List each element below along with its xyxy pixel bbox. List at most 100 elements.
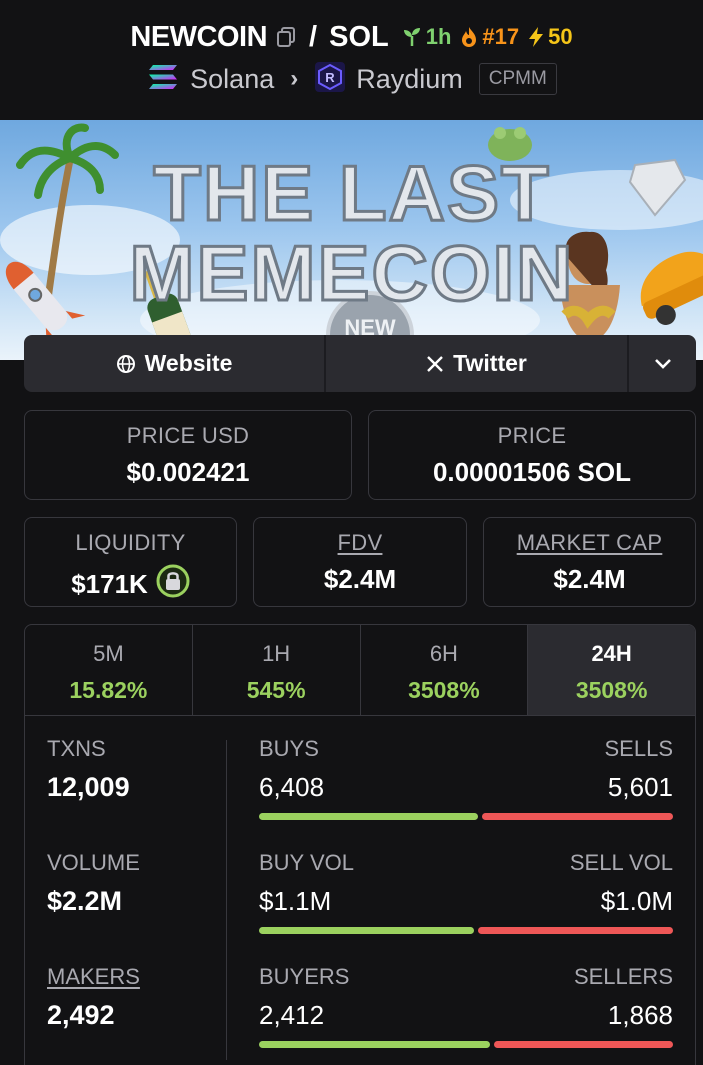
activity-stats: TXNS 12,009 VOLUME $2.2M MAKERS 2,492 BU… bbox=[25, 716, 695, 1065]
pair-title-row: NEWCOIN / SOL 1h #17 50 bbox=[0, 18, 703, 56]
buys-label: BUYS bbox=[259, 736, 319, 761]
website-button[interactable]: Website bbox=[24, 335, 326, 392]
more-links-button[interactable] bbox=[629, 335, 696, 392]
boost-badge[interactable]: 50 bbox=[527, 24, 573, 50]
market-cap-value: $2.4M bbox=[553, 564, 626, 594]
tab-1h[interactable]: 1H 545% bbox=[193, 625, 361, 715]
sell-vol-value: $1.0M bbox=[600, 886, 673, 916]
fdv-card: FDV $2.4M bbox=[253, 517, 467, 607]
quote-token-symbol: SOL bbox=[329, 20, 389, 53]
sprout-icon bbox=[403, 28, 420, 46]
price-change-value: 545% bbox=[246, 677, 306, 703]
dex-name[interactable]: Raydium bbox=[356, 64, 463, 95]
chain-dex-row: Solana › R Raydium CPMM bbox=[0, 60, 703, 98]
fdv-label[interactable]: FDV bbox=[254, 530, 466, 556]
volume-stat: VOLUME $2.2M bbox=[47, 850, 140, 917]
chain-name[interactable]: Solana bbox=[190, 64, 274, 95]
buyers-label: BUYERS bbox=[259, 964, 350, 989]
flame-icon bbox=[462, 27, 477, 47]
token-banner-image: NEW THE LAST MEMECOIN bbox=[0, 120, 703, 360]
market-cap-label[interactable]: MARKET CAP bbox=[484, 530, 695, 556]
buy-vol-label: BUY VOL bbox=[259, 850, 354, 875]
sells-label: SELLS bbox=[604, 736, 674, 761]
price-change-value: 15.82% bbox=[69, 677, 148, 703]
price-native-label: PRICE bbox=[497, 423, 567, 448]
tab-label: 6H bbox=[429, 641, 458, 666]
price-native-card: PRICE 0.00001506 SOL bbox=[368, 410, 696, 500]
buy-bar-segment bbox=[259, 1041, 491, 1048]
liquidity-label: LIQUIDITY bbox=[75, 530, 186, 555]
copy-icon[interactable] bbox=[275, 26, 297, 48]
buyers-sellers-bar bbox=[259, 1041, 673, 1048]
x-logo-icon bbox=[427, 355, 444, 372]
pair-separator: / bbox=[309, 20, 318, 53]
buyers-value: 2,412 bbox=[259, 1000, 325, 1030]
raydium-logo-icon: R bbox=[314, 61, 346, 98]
sellers-label: SELLERS bbox=[573, 964, 673, 989]
trending-rank: #17 bbox=[482, 24, 520, 49]
tab-5m[interactable]: 5M 15.82% bbox=[25, 625, 193, 715]
sell-bar-segment bbox=[477, 927, 673, 934]
lock-icon[interactable] bbox=[156, 564, 190, 605]
timeframe-tabs: 5M 15.82% 1H 545% 6H 3508% 24H 3508% bbox=[25, 625, 695, 716]
pool-type-tag: CPMM bbox=[478, 63, 557, 95]
banner-title-line2: MEMECOIN bbox=[130, 229, 575, 317]
price-usd-label: PRICE USD bbox=[126, 423, 250, 448]
lightning-icon bbox=[529, 27, 544, 47]
price-native-value: 0.00001506 SOL bbox=[432, 457, 632, 487]
price-usd-card: PRICE USD $0.002421 bbox=[24, 410, 352, 500]
sells-value: 5,601 bbox=[607, 772, 673, 802]
tab-label: 1H bbox=[262, 641, 291, 666]
twitter-button[interactable]: Twitter bbox=[326, 335, 629, 392]
volume-label: VOLUME bbox=[47, 850, 140, 875]
volume-value: $2.2M bbox=[47, 886, 123, 916]
buys-sells-ratio: BUYS SELLS 6,408 5,601 bbox=[259, 736, 673, 820]
sell-bar-segment bbox=[481, 813, 673, 820]
website-label: Website bbox=[144, 350, 233, 376]
chevron-down-icon bbox=[654, 358, 671, 369]
pair-header: NEWCOIN / SOL 1h #17 50 Solana › R Raydi… bbox=[0, 0, 703, 120]
price-usd-value: $0.002421 bbox=[126, 457, 250, 487]
sell-vol-label: SELL VOL bbox=[569, 850, 673, 875]
boost-count: 50 bbox=[548, 24, 573, 49]
buy-sell-volume-bar bbox=[259, 927, 673, 934]
txns-stat: TXNS 12,009 bbox=[47, 736, 130, 803]
market-cap-card: MARKET CAP $2.4M bbox=[483, 517, 696, 607]
txns-value: 12,009 bbox=[47, 772, 130, 802]
buy-bar-segment bbox=[259, 813, 478, 820]
pair-age: 1h bbox=[425, 24, 452, 49]
base-token-symbol: NEWCOIN bbox=[130, 20, 268, 53]
liquidity-card: LIQUIDITY $171K bbox=[24, 517, 237, 607]
fdv-value: $2.4M bbox=[323, 564, 397, 594]
liquidity-value: $171K bbox=[71, 569, 148, 599]
buy-vol-value: $1.1M bbox=[259, 886, 332, 916]
social-links-bar: Website Twitter bbox=[24, 335, 696, 392]
tab-24h[interactable]: 24H 3508% bbox=[528, 625, 695, 715]
makers-value: 2,492 bbox=[47, 1000, 115, 1030]
stats-divider bbox=[226, 740, 227, 1060]
svg-text:R: R bbox=[326, 70, 336, 85]
buy-sell-volume-ratio: BUY VOL SELL VOL $1.1M $1.0M bbox=[259, 850, 673, 934]
price-change-value: 3508% bbox=[575, 677, 648, 703]
sell-bar-segment bbox=[494, 1041, 673, 1048]
tab-label: 24H bbox=[591, 641, 632, 666]
tab-label: 5M bbox=[93, 641, 124, 666]
buy-bar-segment bbox=[259, 927, 474, 934]
buyers-sellers-ratio: BUYERS SELLERS 2,412 1,868 bbox=[259, 964, 673, 1048]
chevron-right-icon: › bbox=[290, 65, 299, 92]
globe-icon bbox=[116, 354, 135, 373]
makers-label[interactable]: MAKERS bbox=[47, 964, 140, 990]
sellers-value: 1,868 bbox=[607, 1000, 673, 1030]
twitter-label: Twitter bbox=[453, 350, 527, 376]
trending-rank-badge[interactable]: #17 bbox=[459, 24, 519, 50]
banner-title-line1: THE LAST bbox=[153, 149, 550, 237]
txns-label: TXNS bbox=[47, 736, 106, 761]
makers-stat: MAKERS 2,492 bbox=[47, 964, 140, 1031]
buys-value: 6,408 bbox=[259, 772, 325, 802]
buys-sells-bar bbox=[259, 813, 673, 820]
price-change-value: 3508% bbox=[408, 677, 480, 703]
pair-age-badge: 1h bbox=[401, 24, 452, 50]
timeframe-stats-panel: 5M 15.82% 1H 545% 6H 3508% 24H 3508% TXN… bbox=[24, 624, 696, 1065]
tab-6h[interactable]: 6H 3508% bbox=[361, 625, 529, 715]
solana-logo-icon bbox=[146, 62, 180, 97]
